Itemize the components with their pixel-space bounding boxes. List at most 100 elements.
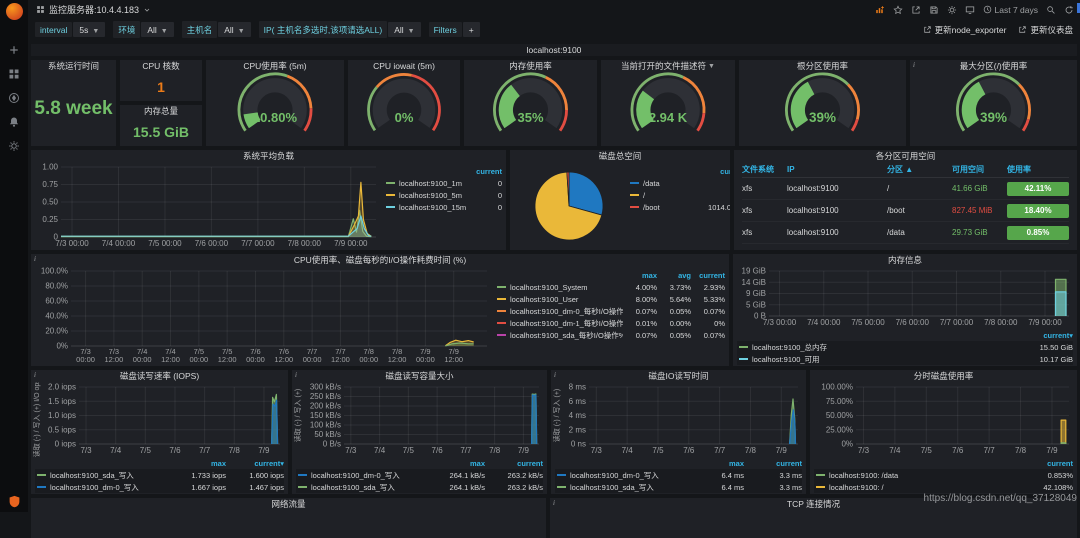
panel-title[interactable]: 根分区使用率 <box>797 60 848 72</box>
variable-hostname[interactable]: 主机名 All▼ <box>182 21 251 38</box>
link-update-dashboard[interactable]: 更新仪表盘 <box>1018 24 1073 36</box>
variable-ip[interactable]: IP( 主机名多选时,该项请选ALL) All▼ <box>259 21 421 38</box>
panel-title[interactable]: 分时磁盘使用率 <box>914 370 974 382</box>
row-header[interactable]: localhost:9100 <box>31 44 1077 56</box>
add-filter-icon[interactable]: + <box>463 22 480 37</box>
series-color-marker <box>497 322 506 324</box>
legend-item[interactable]: localhost:9100_sda_写入1.733 iops1.600 iop… <box>35 469 284 481</box>
legend-item[interactable]: localhost:9100_System4.00%3.73%2.93% <box>495 281 725 293</box>
svg-text:7/6: 7/6 <box>432 446 444 455</box>
time-series-graph[interactable]: 0 B5 GiB9 GiB14 GiB19 GiB7/3 00:007/4 00… <box>733 266 1077 329</box>
help-shield-icon[interactable] <box>7 494 21 508</box>
create-plus-icon[interactable] <box>7 43 21 57</box>
legend-item[interactable]: localhost:9100_dm-0_每秒I/O操作%0.07%0.05%0.… <box>495 305 725 317</box>
filters-control[interactable]: Filters + <box>429 22 480 37</box>
legend-item[interactable]: /72.0 <box>628 189 730 201</box>
table-header-cell[interactable]: 分区 ▲ <box>887 164 952 175</box>
time-series-graph[interactable]: 0 iops0.5 iops1.0 iops1.5 iops2.0 iops7/… <box>31 382 288 457</box>
panel-title[interactable]: CPU iowait (5m) <box>373 61 435 71</box>
legend-value: 6.4 ms <box>686 483 744 492</box>
alerting-bell-icon[interactable] <box>7 115 21 129</box>
table-header-cell[interactable]: IP <box>787 165 887 174</box>
panel-title[interactable]: 系统运行时间 <box>48 60 99 72</box>
panel-title[interactable]: CPU使用率 (5m) <box>243 60 306 72</box>
dashboards-icon[interactable] <box>7 67 21 81</box>
legend-item[interactable]: localhost:9100_1m0 <box>384 177 502 189</box>
add-panel-icon[interactable] <box>875 5 885 15</box>
panel-menu-caret-icon[interactable]: ▼ <box>708 63 715 70</box>
refresh-icon[interactable] <box>1064 5 1074 15</box>
time-range-picker[interactable]: Last 7 days <box>983 5 1038 15</box>
link-update-node-exporter[interactable]: 更新node_exporter <box>923 24 1007 36</box>
time-series-graph[interactable]: 0%20.0%40.0%60.0%80.0%100.0%7/300:007/31… <box>31 266 495 366</box>
legend-item[interactable]: /boot1014.0 MiB <box>628 201 730 213</box>
time-series-graph[interactable]: 0 B/s50 kB/s100 kB/s150 kB/s200 kB/s250 … <box>292 382 547 457</box>
svg-text:80.0%: 80.0% <box>45 282 68 291</box>
table-header-cell[interactable]: 可用空间 <box>952 164 1007 175</box>
settings-gear-icon[interactable] <box>947 5 957 15</box>
time-series-graph[interactable]: 0%25.00%50.00%75.00%100.00%7/37/47/57/67… <box>810 382 1077 457</box>
svg-text:7/9: 7/9 <box>518 446 530 455</box>
panel-title[interactable]: 磁盘总空间 <box>599 150 642 162</box>
panel-title[interactable]: 内存信息 <box>888 254 922 266</box>
panel-title[interactable]: 系统平均负载 <box>243 150 294 162</box>
save-icon[interactable] <box>929 5 939 15</box>
series-color-marker <box>816 486 825 488</box>
panel-title[interactable]: CPU 核数 <box>142 60 179 72</box>
configuration-gear-icon[interactable] <box>7 139 21 153</box>
legend-item[interactable]: localhost:9100_sda_每秒I/O操作%0.07%0.05%0.0… <box>495 329 725 341</box>
info-icon: i <box>554 371 556 379</box>
legend-item[interactable]: localhost:9100_5m0 <box>384 189 502 201</box>
panel-mem-total: 内存总量15.5 GiB <box>120 105 202 146</box>
legend-item[interactable]: localhost:9100: /42.108% <box>814 481 1073 493</box>
grafana-logo-icon[interactable] <box>6 3 23 20</box>
legend-item[interactable]: localhost:9100_dm-0_写入1.667 iops1.467 io… <box>35 481 284 493</box>
legend-item[interactable]: localhost:9100_可用10.17 GiB <box>737 353 1073 365</box>
legend-item[interactable]: localhost:9100_dm-1_每秒I/O操作%0.01%0.00%0% <box>495 317 725 329</box>
legend-item[interactable]: localhost:9100_dm-0_写入264.1 kB/s263.2 kB… <box>296 469 543 481</box>
tv-view-icon[interactable] <box>965 5 975 15</box>
svg-text:7/900:00: 7/900:00 <box>416 347 435 364</box>
panel-title[interactable]: TCP 连接情况 <box>787 498 840 510</box>
panel-title[interactable]: 内存使用率 <box>509 60 552 72</box>
search-zoom-icon[interactable] <box>1046 5 1056 15</box>
legend-item[interactable]: /data30.0 <box>628 177 730 189</box>
panel-title[interactable]: 内存总量 <box>144 105 178 117</box>
panel-title[interactable]: 磁盘IO读写时间 <box>649 370 709 382</box>
chevron-down-icon[interactable] <box>143 6 151 14</box>
legend-item[interactable]: localhost:9100_sda_写入264.1 kB/s263.2 kB/… <box>296 481 543 493</box>
panel-title[interactable]: 当前打开的文件描述符 <box>621 60 706 72</box>
panel-cpu-iowait-gauge: CPU iowait (5m) 0% <box>348 60 460 146</box>
gauge: 0% <box>348 72 460 146</box>
variable-value[interactable]: All▼ <box>218 22 250 37</box>
panel-title[interactable]: 磁盘读写速率 (IOPS) <box>120 370 199 382</box>
legend-item[interactable]: localhost:9100_User8.00%5.64%5.33% <box>495 293 725 305</box>
variable-value[interactable]: All▼ <box>388 22 420 37</box>
panel-title[interactable]: 各分区可用空间 <box>876 150 936 162</box>
gauge-value: 0% <box>348 110 460 125</box>
legend-item[interactable]: localhost:9100_sda_写入6.4 ms3.3 ms <box>555 481 802 493</box>
table-header-cell[interactable]: 文件系统 <box>742 164 787 175</box>
time-series-graph[interactable]: 00.250.500.751.007/3 00:007/4 00:007/5 0… <box>31 162 384 250</box>
legend-item[interactable]: localhost:9100_15m0 <box>384 201 502 213</box>
panel-title[interactable]: 网络流量 <box>271 498 305 510</box>
variable-value[interactable]: 5s▼ <box>73 22 105 37</box>
share-icon[interactable] <box>911 5 921 15</box>
panel-title[interactable]: 磁盘读写容量大小 <box>385 370 453 382</box>
dashboard-title[interactable]: 监控服务器:10.4.4.183 <box>49 3 139 16</box>
star-icon[interactable] <box>893 5 903 15</box>
svg-text:7/7 00:00: 7/7 00:00 <box>940 318 974 327</box>
time-series-graph[interactable]: 0 ns2 ms4 ms6 ms8 ms7/37/47/57/67/77/87/… <box>551 382 806 457</box>
legend-value: 1.733 iops <box>168 471 226 480</box>
legend-item[interactable]: localhost:9100_总内存15.50 GiB <box>737 341 1073 353</box>
legend-item[interactable]: localhost:9100_dm-0_写入6.4 ms3.3 ms <box>555 469 802 481</box>
table-header-cell[interactable]: 使用率 <box>1007 164 1069 175</box>
panel-title[interactable]: 最大分区(/)使用率 <box>960 60 1028 72</box>
variable-value[interactable]: All▼ <box>141 22 173 37</box>
panel-title[interactable]: CPU使用率、磁盘每秒的I/O操作耗费时间 (%) <box>294 254 466 266</box>
panel-open-fd-gauge: 当前打开的文件描述符▼2.94 K <box>601 60 735 146</box>
legend-item[interactable]: localhost:9100: /data0.853% <box>814 469 1073 481</box>
variable-interval[interactable]: interval 5s▼ <box>35 22 105 37</box>
variable-env[interactable]: 环境 All▼ <box>113 21 173 38</box>
explore-compass-icon[interactable] <box>7 91 21 105</box>
